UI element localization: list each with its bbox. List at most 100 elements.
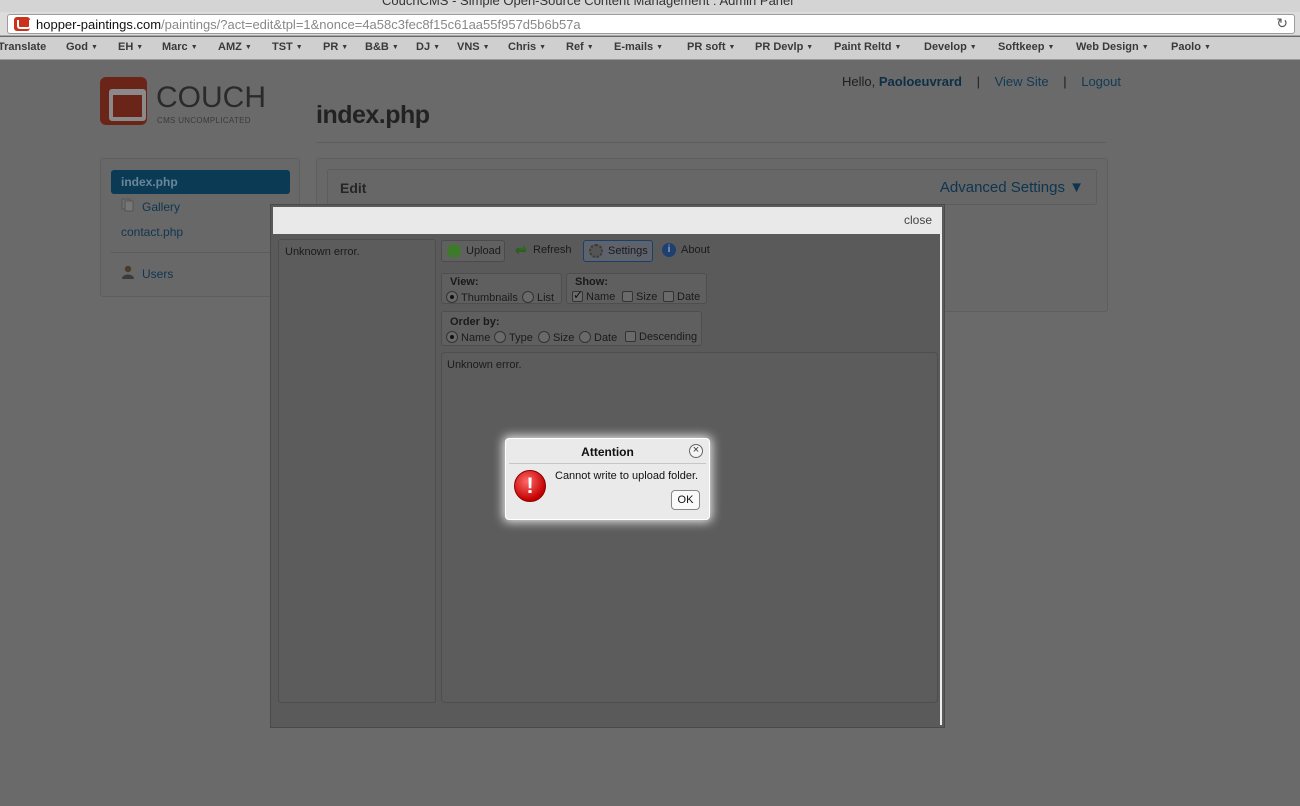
ok-button[interactable]: OK bbox=[671, 490, 700, 510]
bookmark-folder[interactable]: PR soft ▼ bbox=[687, 41, 735, 53]
chevron-down-icon: ▼ bbox=[190, 44, 198, 51]
window-title: CouchCMS - Simple Open-Source Content Ma… bbox=[382, 0, 794, 8]
address-bar: hopper-paintings.com/paintings/?act=edit… bbox=[0, 12, 1300, 36]
radio-icon bbox=[494, 331, 506, 343]
chevron-down-icon: ▼ bbox=[894, 44, 902, 51]
view-thumbnails-radio[interactable]: Thumbnails bbox=[446, 291, 518, 304]
checkbox-icon bbox=[625, 331, 636, 342]
bookmark-folder[interactable]: Web Design ▼ bbox=[1076, 41, 1149, 53]
gear-icon bbox=[589, 244, 603, 258]
bookmark-folder[interactable]: PR Devlp ▼ bbox=[755, 41, 813, 53]
bookmark-folder[interactable]: VNS ▼ bbox=[457, 41, 490, 53]
user-icon bbox=[122, 265, 134, 279]
bookmark-item[interactable]: Translate bbox=[0, 41, 46, 53]
order-date-radio[interactable]: Date bbox=[579, 331, 617, 344]
show-date-checkbox[interactable]: Date bbox=[663, 291, 700, 303]
chevron-down-icon: ▼ bbox=[806, 44, 814, 51]
order-by-group: Order by: Name Type Size Date Descending bbox=[441, 311, 702, 346]
bookmark-folder[interactable]: B&B ▼ bbox=[365, 41, 399, 53]
bookmark-folder[interactable]: Ref ▼ bbox=[566, 41, 594, 53]
chevron-down-icon: ▼ bbox=[482, 44, 490, 51]
view-legend: View: bbox=[450, 276, 479, 288]
bookmark-folder[interactable]: Paint Reltd ▼ bbox=[834, 41, 901, 53]
folder-tree-panel: Unknown error. bbox=[278, 239, 436, 703]
pages-icon bbox=[121, 198, 134, 212]
modal-close-link[interactable]: close bbox=[904, 213, 932, 227]
chevron-down-icon: ▼ bbox=[244, 44, 252, 51]
modal-edge bbox=[940, 234, 942, 725]
url-path: /paintings/?act=edit&tpl=1&nonce=4a58c3f… bbox=[161, 17, 581, 32]
refresh-button[interactable]: Refresh bbox=[509, 240, 579, 262]
url-domain: hopper-paintings.com bbox=[36, 17, 162, 32]
show-name-checkbox[interactable]: Name bbox=[572, 288, 615, 303]
bookmark-folder[interactable]: Paolo ▼ bbox=[1171, 41, 1211, 53]
chevron-down-icon: ▼ bbox=[1141, 44, 1149, 51]
user-greeting: Hello, Paoloeuvrard | View Site | Logout bbox=[842, 74, 1121, 89]
file-list-panel: Unknown error. bbox=[441, 352, 938, 703]
show-options-group: Show: Name Size Date bbox=[566, 273, 707, 304]
close-icon[interactable]: × bbox=[689, 444, 703, 458]
logout-link[interactable]: Logout bbox=[1081, 74, 1121, 89]
error-icon: ! bbox=[514, 470, 546, 502]
refresh-icon bbox=[515, 245, 527, 255]
bookmark-folder[interactable]: God ▼ bbox=[66, 41, 98, 53]
about-button[interactable]: i About bbox=[657, 240, 717, 262]
bookmark-folder[interactable]: TST ▼ bbox=[272, 41, 303, 53]
radio-icon bbox=[579, 331, 591, 343]
hello-label: Hello, bbox=[842, 74, 876, 89]
chevron-down-icon: ▼ bbox=[391, 44, 399, 51]
order-type-radio[interactable]: Type bbox=[494, 331, 533, 344]
list-error-text: Unknown error. bbox=[447, 359, 522, 371]
dialog-message: Cannot write to upload folder. bbox=[555, 470, 699, 482]
edit-label: Edit bbox=[340, 180, 367, 196]
url-text[interactable]: hopper-paintings.com/paintings/?act=edit… bbox=[36, 17, 581, 32]
chevron-down-icon: ▼ bbox=[341, 44, 349, 51]
bookmark-folder[interactable]: Marc ▼ bbox=[162, 41, 198, 53]
order-name-radio[interactable]: Name bbox=[446, 331, 490, 344]
window-titlebar: CouchCMS - Simple Open-Source Content Ma… bbox=[0, 0, 1300, 12]
logo-tagline: CMS UNCOMPLICATED bbox=[157, 116, 251, 125]
chevron-down-icon: ▼ bbox=[1047, 44, 1055, 51]
bookmark-folder[interactable]: E-mails ▼ bbox=[614, 41, 663, 53]
view-site-link[interactable]: View Site bbox=[995, 74, 1049, 89]
show-size-checkbox[interactable]: Size bbox=[622, 291, 657, 303]
bookmark-folder[interactable]: AMZ ▼ bbox=[218, 41, 252, 53]
view-list-radio[interactable]: List bbox=[522, 291, 554, 304]
upload-button[interactable]: Upload bbox=[441, 240, 505, 262]
modal-header: close bbox=[273, 207, 942, 234]
chevron-down-icon: ▼ bbox=[1203, 44, 1211, 51]
advanced-settings-toggle[interactable]: Advanced Settings ▼ bbox=[940, 179, 1084, 196]
bookmark-folder[interactable]: PR ▼ bbox=[323, 41, 348, 53]
sidebar-item-contact[interactable]: contact.php bbox=[121, 225, 183, 239]
chevron-down-icon: ▼ bbox=[539, 44, 547, 51]
url-field[interactable]: hopper-paintings.com/paintings/?act=edit… bbox=[7, 14, 1295, 34]
bookmark-folder[interactable]: Develop ▼ bbox=[924, 41, 977, 53]
bookmark-folder[interactable]: Chris ▼ bbox=[508, 41, 546, 53]
bookmark-folder[interactable]: EH ▼ bbox=[118, 41, 143, 53]
chevron-down-icon: ▼ bbox=[295, 44, 303, 51]
chevron-down-icon: ▼ bbox=[433, 44, 440, 51]
radio-icon bbox=[522, 291, 534, 303]
bookmark-folder[interactable]: DJ ▼ bbox=[416, 41, 440, 53]
couch-logo[interactable]: COUCH CMS UNCOMPLICATED bbox=[100, 77, 266, 127]
show-legend: Show: bbox=[575, 276, 608, 288]
page-title: index.php bbox=[316, 101, 430, 129]
order-size-radio[interactable]: Size bbox=[538, 331, 574, 344]
order-descending-checkbox[interactable]: Descending bbox=[625, 331, 697, 343]
chevron-down-icon: ▼ bbox=[728, 44, 736, 51]
chevron-down-icon: ▼ bbox=[656, 44, 664, 51]
sidebar-item-users[interactable]: Users bbox=[142, 267, 173, 281]
divider bbox=[509, 463, 706, 464]
order-by-legend: Order by: bbox=[450, 316, 500, 328]
upload-icon bbox=[447, 244, 461, 258]
chevron-down-icon: ▼ bbox=[586, 44, 594, 51]
username-link[interactable]: Paoloeuvrard bbox=[879, 74, 962, 89]
settings-button[interactable]: Settings bbox=[583, 240, 653, 262]
radio-selected-icon bbox=[446, 331, 458, 343]
bookmark-folder[interactable]: Softkeep ▼ bbox=[998, 41, 1054, 53]
sidebar-item-gallery[interactable]: Gallery bbox=[142, 200, 180, 214]
reload-icon[interactable]: ↻ bbox=[1276, 15, 1288, 32]
sidebar-item-index[interactable]: index.php bbox=[111, 170, 290, 194]
info-icon: i bbox=[662, 243, 676, 257]
logo-wordmark: COUCH bbox=[156, 81, 266, 114]
